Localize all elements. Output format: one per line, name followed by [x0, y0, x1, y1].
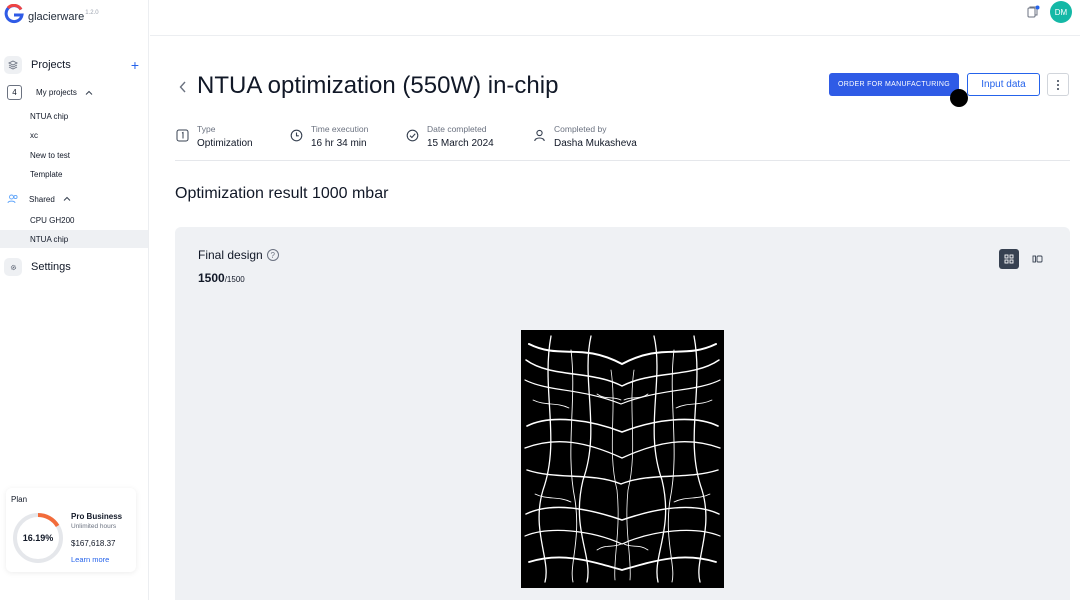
completed-by-value: Dasha Mukasheva: [554, 138, 637, 149]
settings-label: Settings: [31, 261, 71, 273]
time-label: Time execution: [311, 124, 369, 134]
final-design-image: [521, 330, 724, 588]
top-bar: DM: [150, 0, 1080, 36]
plan-card: Plan 16.19% Pro Business Unlimited hours…: [6, 488, 136, 572]
grid-view-button[interactable]: [999, 249, 1019, 269]
completed-by-label: Completed by: [554, 124, 607, 134]
split-view-icon: [1032, 255, 1042, 263]
plan-label: Plan: [11, 495, 28, 504]
user-icon: [534, 129, 545, 142]
time-value: 16 hr 34 min: [311, 138, 367, 149]
sidebar: glacierware 1.2.0 Projects + 4 My projec…: [0, 0, 149, 600]
meta-type: Type Optimization: [176, 124, 253, 149]
gear-icon: [4, 258, 22, 276]
plan-hours: Unlimited hours: [71, 523, 117, 530]
help-icon[interactable]: ?: [266, 249, 279, 261]
notification-icon[interactable]: [1026, 5, 1040, 19]
sidebar-item-settings[interactable]: Settings: [4, 258, 152, 276]
meta-date: Date completed 15 March 2024: [406, 124, 494, 149]
chevron-up-icon: [85, 90, 93, 95]
sidebar-item-project[interactable]: NTUA chip: [0, 107, 148, 125]
date-label: Date completed: [427, 124, 487, 134]
more-options-button[interactable]: [1047, 73, 1069, 96]
projects-label: Projects: [31, 59, 71, 71]
type-icon: [176, 129, 189, 142]
layers-icon: [4, 56, 22, 74]
section-title: Optimization result 1000 mbar: [175, 185, 389, 202]
app-version: 1.2.0: [85, 10, 99, 16]
learn-more-link[interactable]: Learn more: [71, 555, 109, 564]
sidebar-item-shared-project-active[interactable]: NTUA chip: [0, 230, 148, 248]
sidebar-item-project[interactable]: Template: [0, 165, 148, 183]
check-circle-icon: [406, 129, 419, 142]
order-for-manufacturing-button[interactable]: ORDER FOR MANUFACTURING: [829, 73, 959, 96]
shared-toggle[interactable]: Shared: [7, 193, 155, 205]
plan-name: Pro Business: [71, 512, 123, 521]
plan-amount: $167,618.37: [71, 539, 116, 548]
design-count: 1500/1500: [198, 271, 245, 285]
my-projects-count: 4: [7, 85, 22, 100]
app-name: glacierware: [28, 11, 85, 23]
sidebar-item-project[interactable]: xc: [0, 126, 148, 144]
grid-icon: [1004, 254, 1014, 264]
mouse-cursor: [950, 89, 968, 107]
users-icon: [7, 194, 18, 204]
divider: [175, 160, 1070, 161]
sidebar-item-projects[interactable]: Projects +: [4, 56, 152, 74]
clock-icon: [290, 129, 303, 142]
back-chevron-icon[interactable]: [178, 80, 188, 94]
date-value: 15 March 2024: [427, 138, 494, 149]
split-view-button[interactable]: [1027, 249, 1047, 269]
meta-time: Time execution 16 hr 34 min: [290, 124, 368, 149]
design-count-total: /1500: [224, 275, 245, 284]
plan-usage-percent: 16.19%: [22, 533, 54, 543]
avatar[interactable]: DM: [1050, 1, 1072, 23]
add-project-icon[interactable]: +: [131, 57, 139, 73]
glacierware-logo-icon: [4, 4, 24, 24]
final-design-title: Final design: [198, 248, 263, 262]
final-design-header: Final design ?: [198, 248, 279, 262]
final-design-panel: Final design ? 1500/1500: [175, 227, 1070, 600]
more-vertical-icon: [1057, 79, 1059, 90]
design-count-current: 1500: [198, 271, 225, 285]
my-projects-label: My projects: [36, 88, 77, 97]
page-title: NTUA optimization (550W) in-chip: [197, 72, 559, 99]
my-projects-toggle[interactable]: 4 My projects: [7, 85, 155, 100]
type-label: Type: [197, 124, 216, 134]
shared-label: Shared: [29, 194, 55, 204]
app-logo[interactable]: glacierware 1.2.0: [4, 4, 99, 24]
sidebar-item-shared-project[interactable]: CPU GH200: [0, 211, 148, 229]
chevron-up-icon: [63, 196, 71, 201]
type-value: Optimization: [197, 138, 253, 149]
meta-completed-by: Completed by Dasha Mukasheva: [533, 124, 637, 149]
sidebar-item-project[interactable]: New to test: [0, 146, 148, 164]
input-data-button[interactable]: Input data: [967, 73, 1040, 96]
